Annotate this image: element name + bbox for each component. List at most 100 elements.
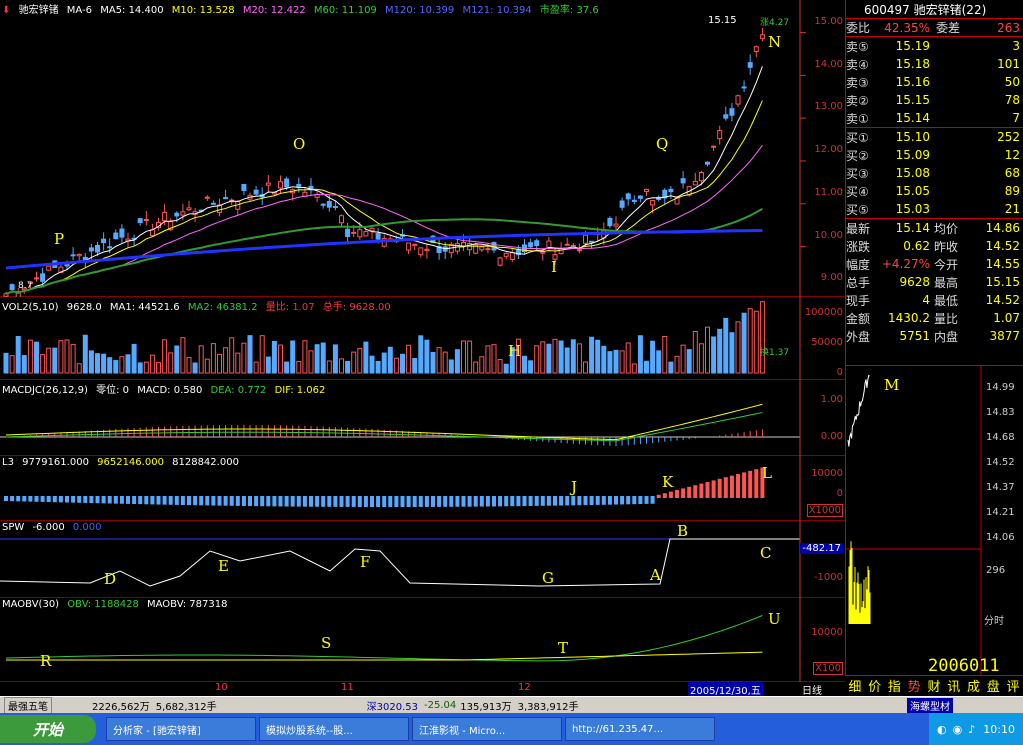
obv-line <box>5 615 763 662</box>
l3-bar <box>83 496 88 503</box>
l3-bar <box>58 496 63 503</box>
taskbar-item[interactable]: 分析家 - [驰宏锌锗] <box>106 717 256 741</box>
l3-bar <box>418 496 423 507</box>
taskbar-item[interactable]: 模拟炒股系统--股... <box>259 717 409 741</box>
tab-finance[interactable]: 财 <box>927 676 940 695</box>
l3-bar <box>650 496 655 504</box>
l3-bar <box>272 496 277 507</box>
volume-bar <box>662 335 668 374</box>
volume-bar <box>58 340 64 374</box>
volume-bar <box>149 354 155 374</box>
down-arrow-icon: ⬇ <box>2 5 11 16</box>
taskbar-item[interactable]: 江淮影视 - Micro... <box>412 717 562 741</box>
sell-row[interactable]: 卖④ 15.18 101 <box>846 55 1023 73</box>
label-j: J <box>571 478 578 496</box>
volume-bar <box>601 345 607 374</box>
candle <box>326 201 332 208</box>
tab-index[interactable]: 指 <box>888 676 901 695</box>
tab-trend[interactable]: 势 <box>908 676 921 695</box>
tray-icon[interactable]: ◐ <box>937 723 947 736</box>
volume-bar <box>686 349 692 374</box>
volume-bar <box>461 340 466 374</box>
spw-chart <box>0 521 801 598</box>
candle <box>631 199 637 203</box>
volume-bar <box>369 355 375 374</box>
news-ticker[interactable]: 海螺型材 <box>907 697 953 713</box>
buy-row[interactable]: 买③ 15.08 68 <box>846 164 1023 182</box>
candle <box>357 229 363 238</box>
tab-orderbook[interactable]: 盘 <box>987 676 1000 695</box>
volume-bar <box>198 345 204 374</box>
l3-bar <box>668 491 673 498</box>
volume-bar <box>741 312 747 374</box>
candle <box>461 241 466 247</box>
tray-icon[interactable]: ◉ <box>953 723 963 736</box>
l3-bar <box>461 496 466 507</box>
l3-bar <box>254 496 259 507</box>
taskbar-item[interactable]: http://61.235.47... <box>565 717 715 741</box>
tray-icon[interactable]: ♪ <box>968 723 975 736</box>
volume-bar <box>552 338 558 374</box>
sell-row[interactable]: 卖③ 15.16 50 <box>846 73 1023 91</box>
candle <box>619 200 625 208</box>
buy-row[interactable]: 买① 15.10 252 <box>846 128 1023 146</box>
l3-title: L3 9779161.000 9652146.000 8128842.000 <box>2 457 239 468</box>
intraday-chart[interactable]: 14.99 14.83 14.68 14.52 14.37 14.21 14.0… <box>845 365 1023 676</box>
buy-row[interactable]: 买④ 15.05 89 <box>846 182 1023 200</box>
price-scale: 15.00 14.00 13.00 12.00 11.00 10.00 9.00 <box>814 16 843 283</box>
buy-row[interactable]: 买② 15.09 12 <box>846 146 1023 164</box>
l3-bar <box>559 496 564 506</box>
obv-pane[interactable]: MAOBV(30) OBV: 1188428 MAOBV: 787318 100… <box>0 598 845 682</box>
volume-bar <box>705 326 710 374</box>
l3-bar <box>614 496 618 505</box>
l3-pane[interactable]: L3 9779161.000 9652146.000 8128842.000 1… <box>0 456 845 521</box>
tab-news[interactable]: 讯 <box>947 676 960 695</box>
top5-button[interactable]: 最强五笔 <box>4 696 52 714</box>
candle <box>546 240 552 249</box>
macd-pane[interactable]: MACDJC(26,12,9) 零位: 0 MACD: 0.580 DEA: 0… <box>0 380 845 456</box>
volume-bar <box>119 356 125 374</box>
l3-bar <box>345 496 350 507</box>
candle <box>174 212 180 217</box>
l3-bar <box>717 478 722 498</box>
volume-bar <box>479 356 485 374</box>
tab-volume[interactable]: 成 <box>967 676 980 695</box>
l3-bar <box>553 496 557 506</box>
l3-bar <box>632 496 637 505</box>
l3-bar <box>443 496 448 507</box>
spw-pane[interactable]: SPW -6.000 0.000 -482.17 -1000 D E F G A… <box>0 521 845 598</box>
candle <box>265 182 271 186</box>
buy-row[interactable]: 买⑤ 15.03 21 <box>846 200 1023 218</box>
label-p: P <box>54 230 65 248</box>
candle <box>46 265 52 271</box>
candle <box>680 178 686 184</box>
l3-bar <box>638 496 643 505</box>
volume-pane[interactable]: VOL2(5,10) 9628.0 MA1: 44521.6 MA2: 4638… <box>0 297 845 380</box>
l3-bar <box>492 496 496 507</box>
sell-row[interactable]: 卖② 15.15 78 <box>846 91 1023 109</box>
low-label: 8.7 <box>18 281 33 291</box>
macd-title: MACDJC(26,12,9) 零位: 0 MACD: 0.580 DEA: 0… <box>2 385 326 396</box>
candle <box>296 183 302 188</box>
l3-bar <box>534 496 539 506</box>
candle <box>424 248 430 251</box>
ma-line <box>5 144 763 295</box>
price-pane[interactable]: ⬇ 驰宏锌锗 MA-6 MA5: 14.400 M10: 13.528 M20:… <box>0 0 845 297</box>
candle <box>528 242 534 248</box>
volume-bar <box>418 335 424 374</box>
candle <box>576 249 582 252</box>
tab-detail[interactable]: 细 <box>848 676 861 695</box>
l3-bar <box>522 496 527 507</box>
tab-price[interactable]: 价 <box>868 676 881 695</box>
volume-bar <box>156 362 161 374</box>
sell-row[interactable]: 卖① 15.14 7 <box>846 109 1023 127</box>
candle <box>668 188 674 193</box>
l3-bar <box>132 496 137 505</box>
volume-bar <box>729 332 735 374</box>
l3-bar <box>266 496 271 507</box>
volume-bar <box>375 360 381 374</box>
start-button[interactable]: 开始 <box>0 715 96 743</box>
tab-review[interactable]: 评 <box>1007 676 1020 695</box>
sell-row[interactable]: 卖⑤ 15.19 3 <box>846 37 1023 55</box>
l3-bar <box>101 496 106 504</box>
